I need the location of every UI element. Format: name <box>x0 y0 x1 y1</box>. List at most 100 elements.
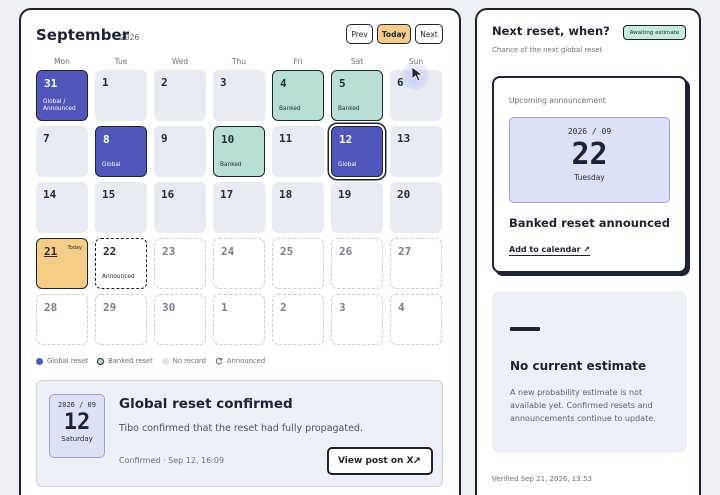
confirmation-card: 2026 / 09 12 Saturday Global reset confi… <box>36 380 443 487</box>
calendar-day-cell[interactable]: 28 <box>36 294 88 345</box>
calendar-day-cell[interactable]: 11 <box>272 126 324 177</box>
day-number: 2 <box>280 301 287 314</box>
day-number: 29 <box>103 301 117 314</box>
confirmation-title: Global reset confirmed <box>119 396 293 412</box>
confirmation-day: 12 <box>63 410 91 435</box>
day-number: 27 <box>398 245 412 258</box>
forecast-title: Next reset, when? <box>492 24 610 38</box>
calendar-day-cell[interactable]: 8 Global <box>95 126 147 177</box>
today-button[interactable]: Today <box>377 24 411 44</box>
calendar-day-cell[interactable]: 26 <box>331 238 383 289</box>
calendar-day-cell[interactable]: 2 <box>154 70 206 121</box>
announcement-headline: Banked reset announced <box>509 216 670 230</box>
weekday-label: Wed <box>171 57 189 66</box>
day-status-label: Banked <box>279 105 301 112</box>
calendar-day-cell[interactable]: 7 <box>36 126 88 177</box>
next-button[interactable]: Next <box>415 24 443 44</box>
calendar-day-cell[interactable]: 25 <box>272 238 324 289</box>
calendar-day-cell[interactable]: 30 <box>154 294 206 345</box>
calendar-day-cell[interactable]: 22 Announced <box>95 238 147 289</box>
calendar-day-cell[interactable]: 15 <box>95 182 147 233</box>
banked-dot-icon <box>97 357 105 365</box>
calendar-day-cell[interactable]: 9 <box>154 126 206 177</box>
legend: Global reset Banked reset No record Anno… <box>36 357 265 365</box>
calendar-day-cell[interactable]: 1 <box>95 70 147 121</box>
calendar-day-cell[interactable]: 1 <box>213 294 265 345</box>
day-status-label: Global <box>102 161 121 168</box>
calendar-day-cell[interactable]: 2 <box>272 294 324 345</box>
calendar-day-cell[interactable]: 10 Banked <box>213 126 265 177</box>
confirmation-date-tile: 2026 / 09 12 Saturday <box>49 394 105 458</box>
confirmation-description: Tibo confirmed that the reset had fully … <box>119 423 363 434</box>
day-number: 25 <box>280 245 294 258</box>
calendar-day-cell[interactable]: 20 <box>390 182 442 233</box>
day-number: 30 <box>162 301 176 314</box>
calendar-day-cell[interactable]: 21 Today <box>36 238 88 289</box>
announcement-label: Upcoming announcement <box>509 96 606 105</box>
calendar-day-cell[interactable]: 3 <box>331 294 383 345</box>
day-status-label: Banked <box>338 105 360 112</box>
announcement-year-month: 2026 / 09 <box>567 127 612 136</box>
calendar-day-cell[interactable]: 16 <box>154 182 206 233</box>
month-title: September <box>36 26 129 44</box>
status-badge: Awaiting estimate <box>623 25 686 40</box>
announcement-day: 22 <box>571 137 608 172</box>
legend-norec-label: No record <box>172 357 206 365</box>
verified-timestamp: Verified Sep 21, 2026, 13:53 <box>492 475 592 483</box>
day-status-label: Global <box>338 161 357 168</box>
external-link-icon: ↗ <box>412 456 421 467</box>
calendar-day-cell[interactable]: 24 <box>213 238 265 289</box>
calendar-day-cell[interactable]: 18 <box>272 182 324 233</box>
confirmation-year-month: 2026 / 09 <box>58 401 96 409</box>
calendar-day-cell[interactable]: 19 <box>331 182 383 233</box>
estimate-card: No current estimate A new probability es… <box>492 291 687 453</box>
calendar-day-cell[interactable]: 13 <box>390 126 442 177</box>
weekday-label: Tue <box>114 57 128 66</box>
day-number: 1 <box>102 76 109 89</box>
legend-banked-label: Banked reset <box>108 357 153 365</box>
day-number: 1 <box>221 301 228 314</box>
calendar-day-cell[interactable]: 12 Global <box>331 126 383 177</box>
year-label: 2026 <box>120 33 140 42</box>
day-number: 23 <box>162 245 176 258</box>
day-number: 8 <box>103 133 110 146</box>
forecast-subtitle: Chance of the next global reset <box>492 46 603 54</box>
day-number: 10 <box>221 133 235 146</box>
legend-norec: No record <box>161 357 206 365</box>
day-number: 16 <box>161 188 175 201</box>
calendar-day-cell[interactable]: 4 <box>390 294 442 345</box>
calendar-day-cell[interactable]: 23 <box>154 238 206 289</box>
view-post-button[interactable]: View post on X ↗ <box>327 447 433 475</box>
confirmation-weekday: Saturday <box>61 435 93 443</box>
day-number: 21 <box>44 245 58 258</box>
norecord-dot-icon <box>161 357 169 365</box>
day-number: 24 <box>221 245 235 258</box>
calendar-day-cell[interactable]: 14 <box>36 182 88 233</box>
weekday-label: Fri <box>293 57 303 66</box>
calendar-day-cell[interactable]: 27 <box>390 238 442 289</box>
global-dot-icon <box>36 357 43 365</box>
add-to-calendar-link[interactable]: Add to calendar ↗ <box>509 245 591 256</box>
calendar-day-cell[interactable]: 3 <box>213 70 265 121</box>
calendar-day-cell[interactable]: 5 Banked <box>331 70 383 121</box>
day-status-label: Announced <box>102 273 135 280</box>
day-number: 4 <box>398 301 405 314</box>
day-number: 3 <box>220 76 227 89</box>
confirmation-meta: Confirmed · Sep 12, 16:09 <box>119 456 225 465</box>
weekday-label: Thu <box>231 57 247 66</box>
refresh-icon <box>215 357 223 365</box>
calendar-header: September 2026 Prev Today Next <box>36 24 444 48</box>
day-number: 17 <box>220 188 234 201</box>
calendar-day-cell[interactable]: 29 <box>95 294 147 345</box>
estimate-title: No current estimate <box>510 359 647 373</box>
day-number: 11 <box>279 132 293 145</box>
prev-button[interactable]: Prev <box>346 24 373 44</box>
calendar-panel: September 2026 Prev Today Next Mon Tue Wed… <box>19 8 461 495</box>
calendar-day-cell[interactable]: 4 Banked <box>272 70 324 121</box>
calendar-day-cell[interactable]: 17 <box>213 182 265 233</box>
day-number: 28 <box>44 301 58 314</box>
calendar-day-cell[interactable]: 31 Global / Announced <box>36 70 88 121</box>
legend-announced-label: Announced <box>226 357 266 365</box>
day-number: 15 <box>102 188 116 201</box>
day-number: 3 <box>339 301 346 314</box>
